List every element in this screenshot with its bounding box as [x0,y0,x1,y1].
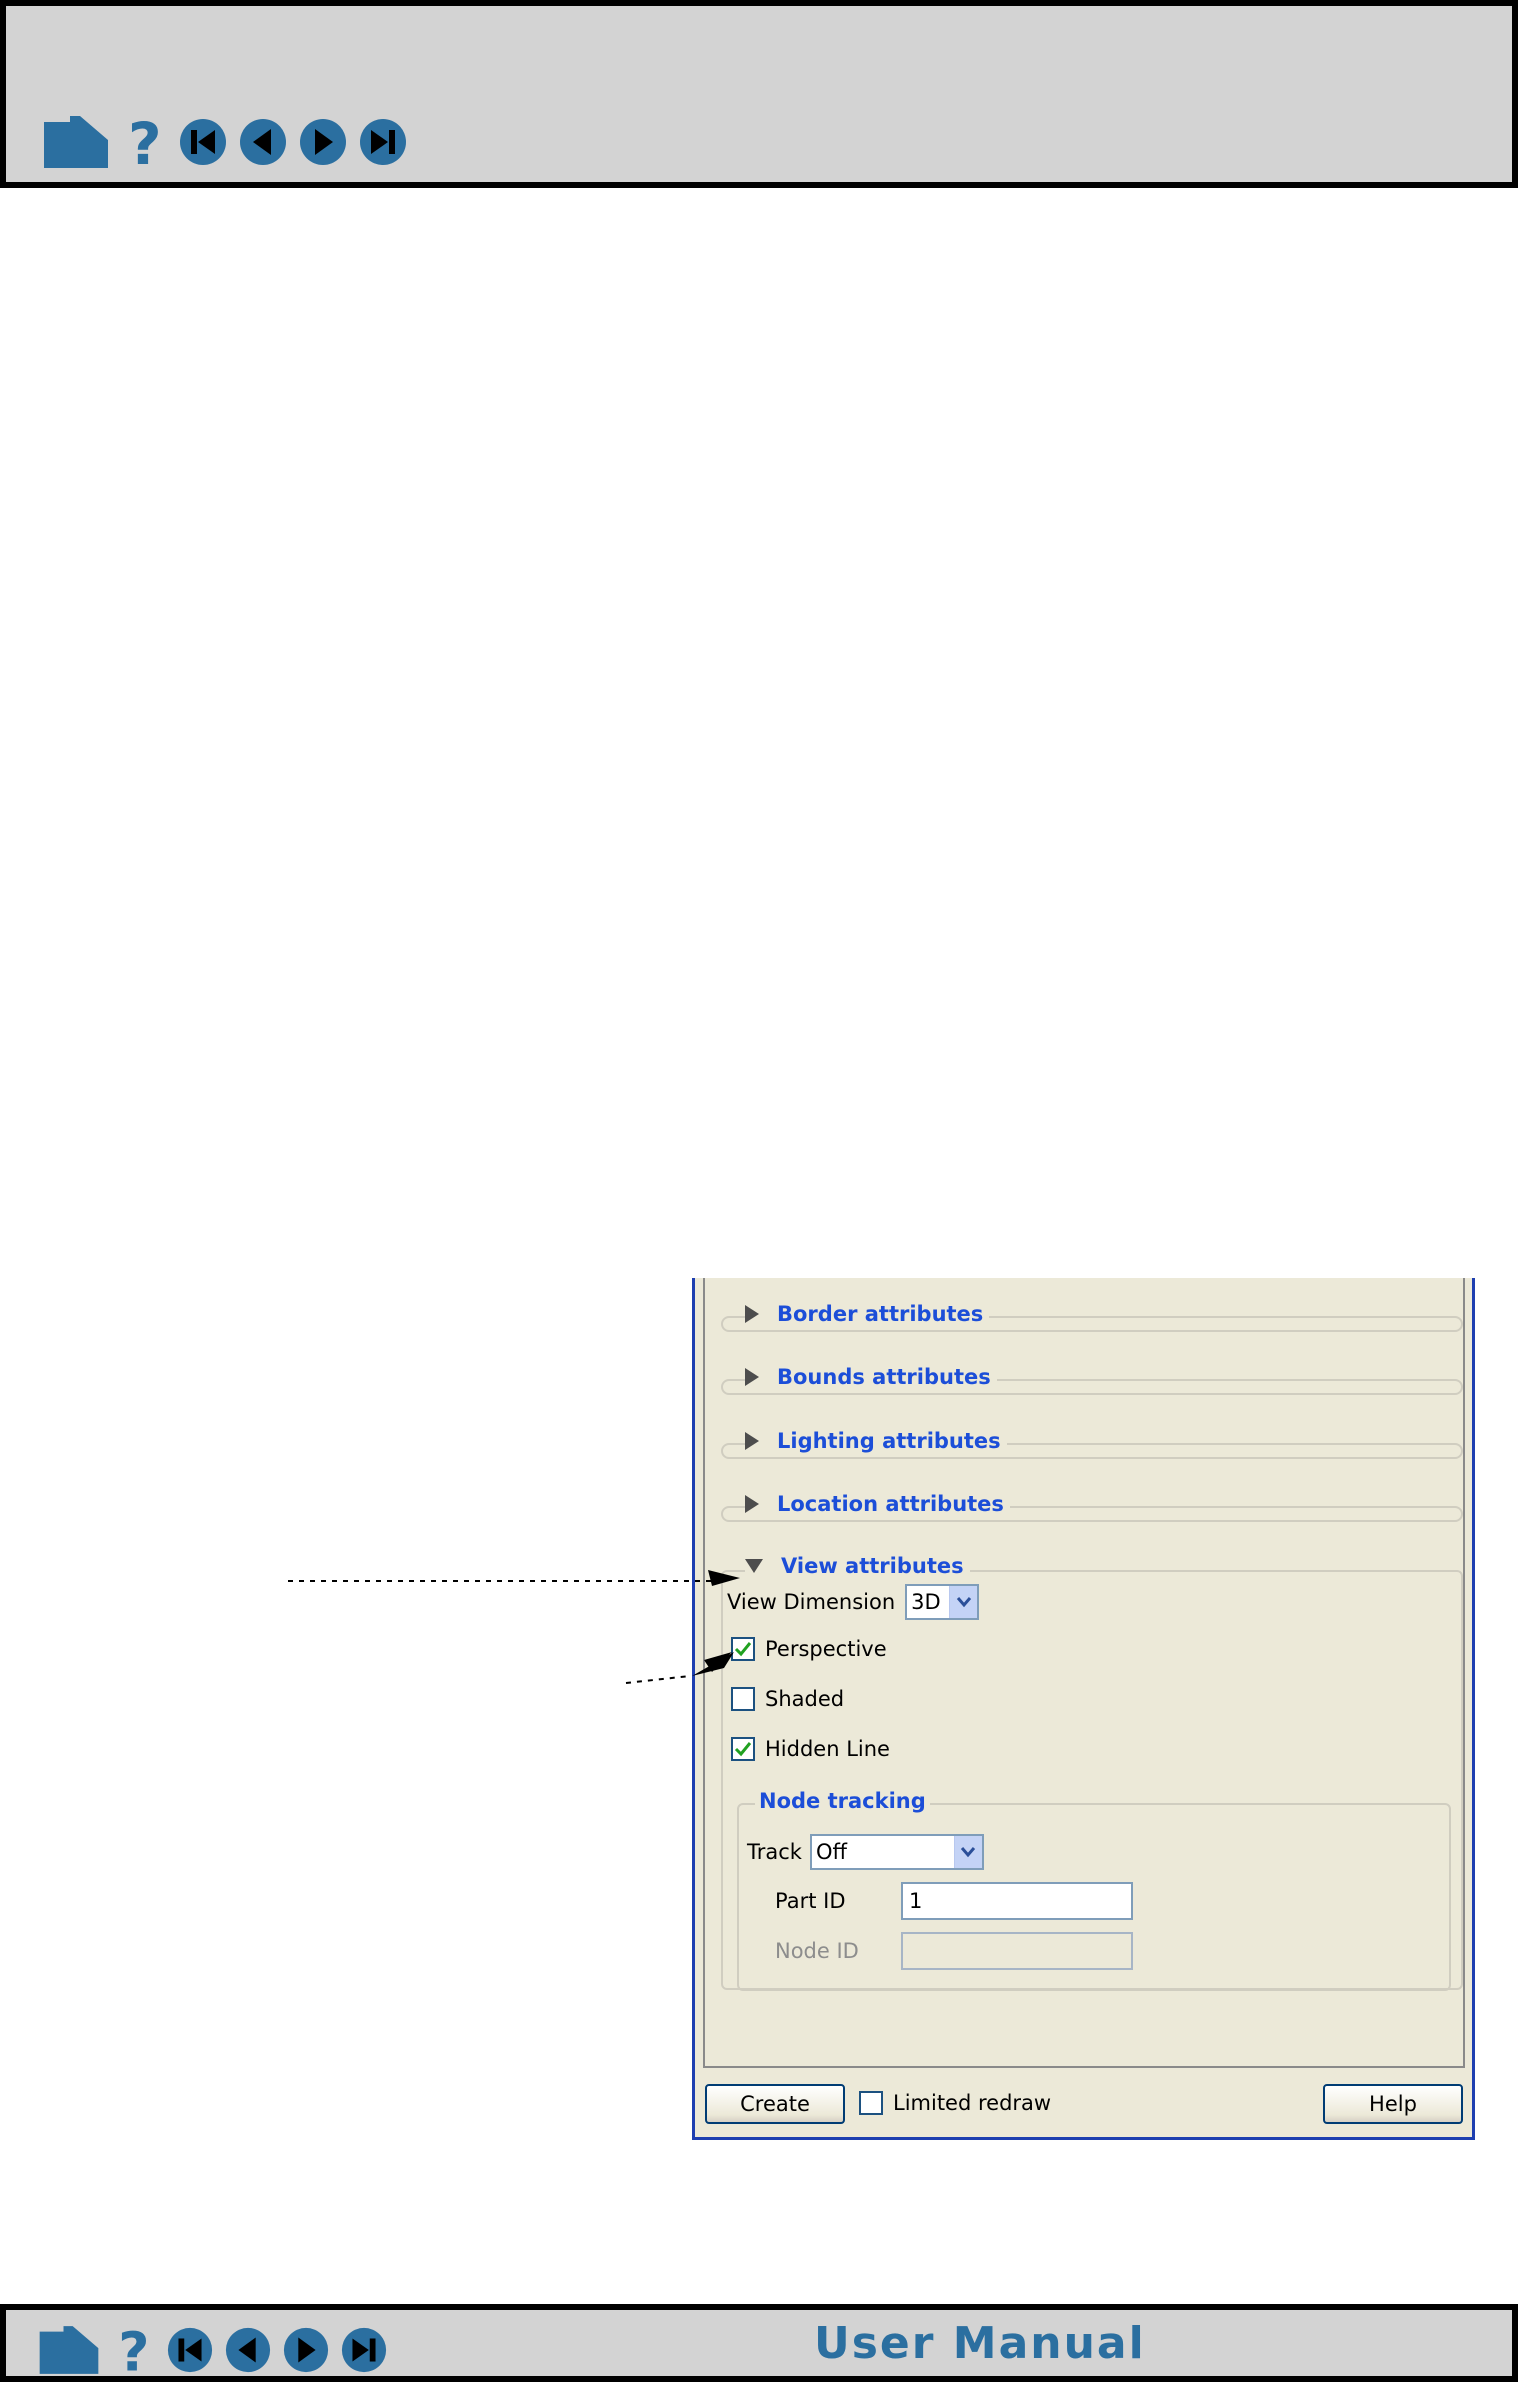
previous-page-icon[interactable] [224,2326,272,2374]
bottom-nav-icons: ? [36,2324,398,2376]
home-icon[interactable] [36,2324,102,2376]
bottom-nav-bar: ? User Manual [0,2304,1518,2382]
callout-arrow-perspective [625,1652,734,1684]
help-icon[interactable]: ? [112,2324,156,2376]
svg-text:?: ? [118,2324,149,2376]
last-page-icon[interactable] [340,2326,388,2374]
next-page-icon[interactable] [282,2326,330,2374]
callout-arrow-view-attributes [288,1570,740,1586]
callout-arrows [288,1570,740,1684]
manual-title: User Manual [814,2318,1146,2369]
first-page-icon[interactable] [166,2326,214,2374]
